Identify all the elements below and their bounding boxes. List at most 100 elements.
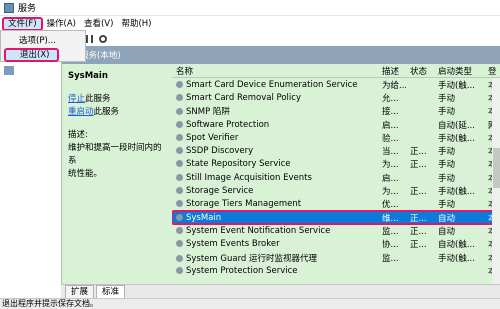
- service-row[interactable]: Software Protection启...自动(延...网: [172, 118, 500, 131]
- tab-standard[interactable]: 标准: [96, 285, 126, 298]
- service-row[interactable]: Storage Service为...正...手动(触...本: [172, 184, 500, 197]
- console-tree: [0, 46, 60, 298]
- service-gear-icon: [176, 240, 183, 248]
- description-text-1: 维护和提高一段时间内的系: [68, 143, 162, 166]
- service-details: SysMain 停止此服务 重启动此服务 描述: 维护和提高一段时间内的系 统性…: [62, 64, 172, 298]
- service-row[interactable]: Smart Card Device Enumeration Service 为给.…: [172, 78, 500, 91]
- restart-service-icon[interactable]: [99, 35, 107, 43]
- service-gear-icon: [176, 133, 183, 141]
- status-bar: 退出程序并提示保存文档。: [0, 298, 500, 309]
- menu-file[interactable]: 文件(F): [2, 17, 43, 31]
- service-name: SSDP Discovery: [186, 146, 254, 157]
- service-gear-icon: [176, 200, 183, 208]
- service-status: 正...: [410, 147, 427, 158]
- view-tabs: 扩展 标准: [61, 284, 500, 298]
- service-startup: 自动(延...: [438, 120, 475, 131]
- stop-service-line: 停止此服务: [68, 93, 166, 106]
- service-row[interactable]: SSDP Discovery当...正...手动本: [172, 144, 500, 157]
- pause-service-icon[interactable]: [86, 35, 93, 43]
- title-bar: 服务: [0, 0, 500, 16]
- service-name: Storage Tiers Management: [186, 199, 302, 210]
- service-gear-icon: [176, 254, 183, 262]
- services-app-icon: [4, 2, 14, 13]
- column-name[interactable]: 名称: [172, 65, 378, 77]
- service-name: Spot Verifier: [186, 132, 239, 143]
- service-row-selected[interactable]: SysMain维...正...自动本: [172, 209, 500, 226]
- service-gear-icon: [176, 160, 183, 168]
- menu-item-options[interactable]: 选项(P)...: [19, 34, 56, 46]
- column-description[interactable]: 描述: [378, 65, 406, 77]
- service-desc: 维...: [382, 213, 399, 224]
- service-gear-icon: [176, 173, 183, 181]
- window-title: 服务: [18, 4, 37, 14]
- column-headers: 名称 描述 状态 启动类型 登: [172, 64, 500, 78]
- service-status: 正...: [410, 187, 427, 198]
- service-desc: 监...: [382, 226, 399, 237]
- service-name: SNMP 陷阱: [186, 107, 230, 118]
- column-startup-type[interactable]: 启动类型: [434, 65, 484, 77]
- panel-title: 服务(本地): [80, 51, 121, 61]
- service-row[interactable]: Still Image Acquisition Events启...手动本: [172, 171, 500, 184]
- menu-view[interactable]: 查看(V): [80, 17, 117, 31]
- service-row[interactable]: System Protection Service本: [172, 264, 500, 277]
- service-gear-icon: [176, 93, 183, 101]
- service-startup: 手动: [438, 173, 456, 184]
- service-row[interactable]: Storage Tiers Management优...手动本: [172, 198, 500, 211]
- service-row[interactable]: System Events Broker协...正...自动(触...本: [172, 238, 500, 251]
- service-status: 正...: [410, 213, 427, 224]
- stop-service-link[interactable]: 停止: [68, 94, 85, 104]
- service-row[interactable]: Spot Verifier验...手动(触...本: [172, 131, 500, 144]
- services-panel: 服务(本地) SysMain 停止此服务 重启动此服务 描述: 维护和提高一段时…: [61, 46, 500, 298]
- file-menu-dropdown: 选项(P)... 退出(X): [0, 30, 86, 62]
- service-row[interactable]: System Event Notification Service 监... 正..…: [172, 224, 500, 237]
- selected-service-name: SysMain: [68, 71, 108, 81]
- service-desc: 接...: [382, 107, 399, 118]
- menu-item-exit[interactable]: 退出(X): [4, 48, 59, 62]
- service-desc: 当...: [382, 147, 399, 158]
- service-desc: 为...: [382, 187, 399, 198]
- restart-service-link[interactable]: 重启动: [68, 107, 94, 117]
- service-desc: 为...: [382, 160, 399, 171]
- services-list: 名称 描述 状态 启动类型 登 Smart Card Device Enumer…: [172, 64, 500, 298]
- services-node-icon[interactable]: [4, 66, 14, 75]
- service-startup: 手动: [438, 200, 456, 211]
- service-row[interactable]: System Guard 运行时监视器代理监...手动(触...本: [172, 251, 500, 264]
- service-startup: 自动(触...: [438, 240, 475, 251]
- service-startup: 手动: [438, 160, 456, 171]
- service-name: System Event Notification Service: [186, 225, 331, 236]
- service-startup: 自动: [438, 226, 456, 237]
- service-desc: 验...: [382, 133, 399, 144]
- service-name: Smart Card Removal Policy: [186, 92, 301, 103]
- service-startup: 手动: [438, 107, 456, 118]
- service-startup: 手动(触...: [438, 187, 475, 198]
- service-name: System Guard 运行时监视器代理: [186, 253, 318, 264]
- service-desc: 优...: [382, 200, 399, 211]
- service-startup: 手动(触...: [438, 133, 475, 144]
- service-gear-icon: [176, 226, 183, 234]
- vertical-scrollbar[interactable]: [492, 78, 500, 298]
- panel-header: 服务(本地): [62, 46, 500, 64]
- restart-service-line: 重启动此服务: [68, 106, 166, 119]
- menu-action[interactable]: 操作(A): [43, 17, 80, 31]
- tab-extended[interactable]: 扩展: [65, 285, 95, 298]
- service-name: State Repository Service: [186, 159, 291, 170]
- restart-service-suffix: 此服务: [93, 107, 120, 117]
- service-gear-icon: [176, 213, 183, 221]
- service-gear-icon: [176, 120, 183, 128]
- service-row[interactable]: State Repository Service为...正...手动本: [172, 158, 500, 171]
- service-gear-icon: [176, 147, 183, 155]
- service-desc: 为给...: [382, 80, 406, 91]
- service-row[interactable]: SNMP 陷阱接...手动本: [172, 105, 500, 118]
- service-gear-icon: [176, 108, 183, 116]
- column-status[interactable]: 状态: [406, 65, 434, 77]
- service-startup: 手动: [438, 147, 456, 158]
- service-row[interactable]: Smart Card Removal Policy允...手动本: [172, 91, 500, 104]
- scrollbar-thumb[interactable]: [493, 148, 500, 188]
- service-gear-icon: [176, 187, 183, 195]
- menu-help[interactable]: 帮助(H): [117, 17, 155, 31]
- service-name: Software Protection: [186, 119, 270, 130]
- service-startup: 自动: [438, 213, 456, 224]
- column-log-on-as[interactable]: 登: [484, 65, 500, 77]
- service-name: Smart Card Device Enumeration Service: [186, 79, 358, 90]
- service-desc: 启...: [382, 173, 399, 184]
